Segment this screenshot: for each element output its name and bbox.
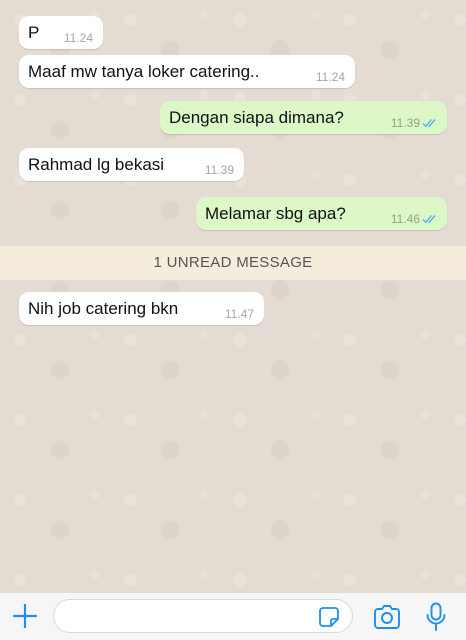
plus-icon[interactable] xyxy=(12,603,38,629)
sticker-icon[interactable] xyxy=(318,606,340,628)
chat-area[interactable]: P 11.24 Maaf mw tanya loker catering.. 1… xyxy=(0,0,466,592)
message-bubble-outgoing[interactable]: Melamar sbg apa? 11.46 xyxy=(196,197,447,230)
message-bubble-incoming[interactable]: P 11.24 xyxy=(19,16,103,49)
unread-messages-label: 1 UNREAD MESSAGE xyxy=(153,254,313,271)
microphone-icon[interactable] xyxy=(425,602,447,632)
message-bubble-outgoing[interactable]: Dengan siapa dimana? 11.39 xyxy=(160,101,447,134)
message-bubble-incoming[interactable]: Rahmad lg bekasi 11.39 xyxy=(19,148,244,181)
message-text: P xyxy=(28,23,40,42)
read-receipt-icon xyxy=(422,215,436,224)
message-time: 11.46 xyxy=(390,212,420,226)
message-text: Maaf mw tanya loker catering.. xyxy=(28,62,260,81)
read-receipt-icon xyxy=(422,119,436,128)
message-text: Rahmad lg bekasi xyxy=(28,155,165,174)
message-input[interactable] xyxy=(53,599,353,633)
camera-icon[interactable] xyxy=(372,604,402,630)
message-time: 11.24 xyxy=(63,31,93,45)
message-text: Melamar sbg apa? xyxy=(205,204,346,223)
message-time: 11.47 xyxy=(224,307,254,321)
composer-bar xyxy=(0,592,466,640)
message-bubble-incoming[interactable]: Nih job catering bkn 11.47 xyxy=(19,292,264,325)
message-time: 11.39 xyxy=(390,116,420,130)
message-text: Dengan siapa dimana? xyxy=(169,108,344,127)
message-bubble-incoming[interactable]: Maaf mw tanya loker catering.. 11.24 xyxy=(19,55,355,88)
message-time: 11.39 xyxy=(204,163,234,177)
message-time: 11.24 xyxy=(315,70,345,84)
unread-messages-banner: 1 UNREAD MESSAGE xyxy=(0,246,466,280)
message-text: Nih job catering bkn xyxy=(28,299,179,318)
